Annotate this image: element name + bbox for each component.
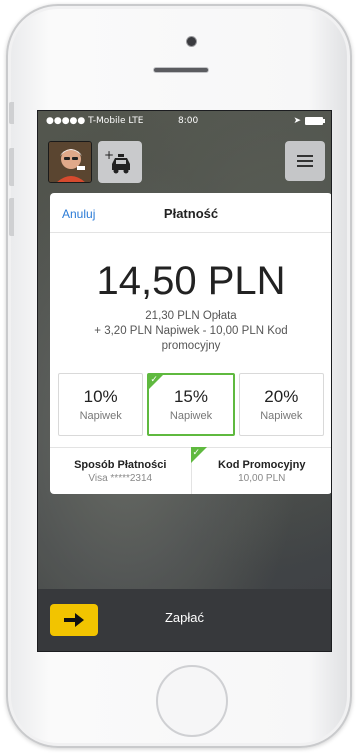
carrier-label: ●●●●● T-Mobile LTE [46,116,144,126]
svg-text:+: + [104,148,114,162]
battery-icon [305,117,325,125]
menu-button[interactable] [285,141,325,181]
promo-code-cell[interactable]: ✓ Kod Promocyjny 10,00 PLN [190,447,332,494]
payment-method-value: Visa *****2314 [88,472,153,484]
tip-percent: 10% [83,387,118,406]
payment-sheet: Anuluj Płatność 14,50 PLN 21,30 PLN Opła… [50,193,332,494]
checkmark-icon: ✓ [192,447,201,457]
tip-option-20[interactable]: 20% Napiwek [238,373,324,436]
tip-label: Napiwek [260,410,303,422]
clock: 8:00 [178,116,199,126]
payment-details-row: Sposób Płatności Visa *****2314 ✓ Kod Pr… [50,447,332,494]
sheet-header: Anuluj Płatność [50,193,331,233]
status-bar: ●●●●● T-Mobile LTE 8:00 ➤ [38,111,331,131]
status-indicators: ➤ [293,116,325,126]
volume-down-button [9,198,14,236]
location-arrow-icon: ➤ [293,116,301,126]
add-taxi-icon: + [104,148,130,174]
app-screen: ●●●●● T-Mobile LTE 8:00 ➤ + Anuluj Płatn… [37,110,332,652]
add-taxi-button[interactable]: + [98,141,142,183]
breakdown-fare: 21,30 PLN Opłata [145,310,237,322]
tip-label: Napiwek [79,410,122,422]
payment-method-title: Sposób Płatności [74,458,167,471]
promo-code-value: 10,00 PLN [238,472,286,484]
home-button[interactable] [156,665,228,737]
volume-up-button [9,148,14,186]
tip-option-10[interactable]: 10% Napiwek [58,373,144,436]
tip-label: Napiwek [169,410,213,422]
tip-percent: 20% [264,387,299,406]
breakdown-promo-word: promocyjny [161,340,221,352]
sheet-title: Płatność [163,206,219,221]
pay-bar: Zapłać [38,589,331,651]
breakdown-tip-promo: + 3,20 PLN Napiwek - 10,00 PLN Kod [94,325,288,337]
tip-options: 10% Napiwek ✓ 15% Napiwek 20% Napiwek [58,373,324,436]
total-amount: 14,50 PLN [96,259,286,303]
pay-label[interactable]: Zapłać [38,610,331,625]
driver-photo-icon [49,142,91,182]
promo-code-title: Kod Promocyjny [218,458,306,471]
tip-percent: 15% [173,387,208,406]
payment-method-cell[interactable]: Sposób Płatności Visa *****2314 [50,448,191,494]
fare-breakdown: 21,30 PLN Opłata + 3,20 PLN Napiwek - 10… [70,309,312,354]
tip-option-15[interactable]: ✓ 15% Napiwek [147,373,235,436]
earpiece-speaker [153,67,209,73]
mute-switch [9,102,14,124]
driver-avatar[interactable] [48,141,92,183]
front-camera [187,37,196,46]
checkmark-icon: ✓ [150,374,158,384]
hamburger-menu-icon [297,155,313,167]
